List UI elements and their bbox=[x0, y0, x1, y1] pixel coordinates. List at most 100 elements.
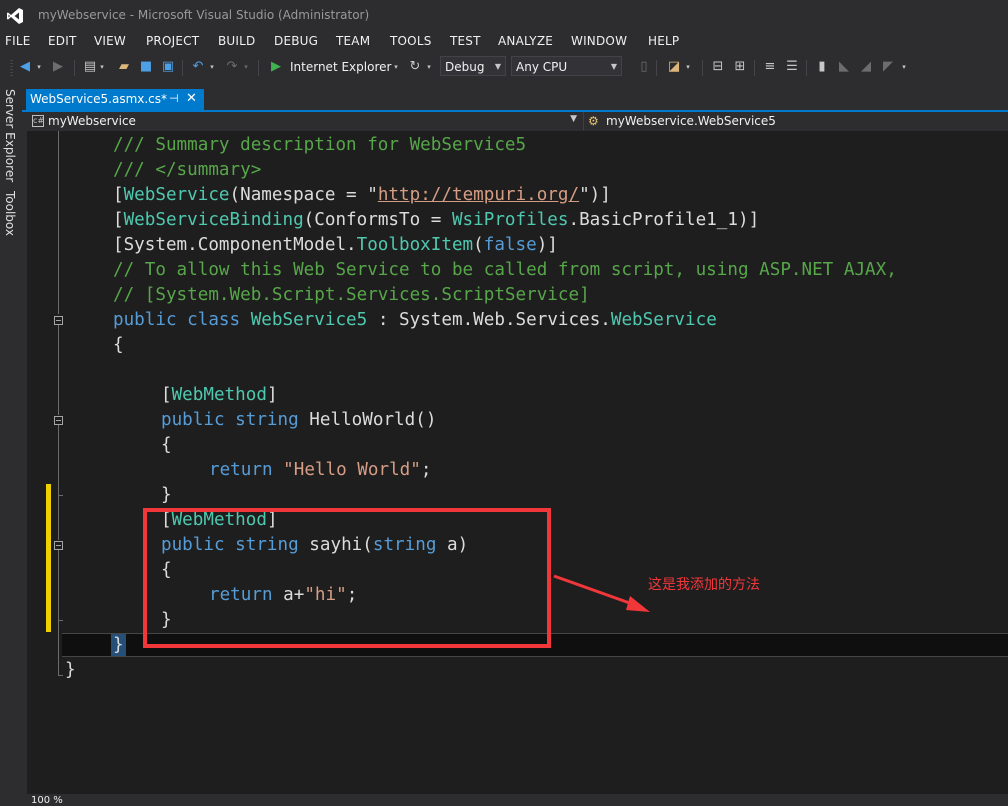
chevron-down-icon: ▼ bbox=[610, 62, 617, 71]
code-line-3: [WebService(Namespace = "http://tempuri.… bbox=[113, 185, 611, 205]
menu-project[interactable]: PROJECT bbox=[146, 34, 199, 48]
menu-analyze[interactable]: ANALYZE bbox=[498, 34, 553, 48]
new-dropdown-icon[interactable]: ▾ bbox=[98, 59, 106, 75]
outline-guide bbox=[58, 424, 59, 540]
menu-debug[interactable]: DEBUG bbox=[274, 34, 318, 48]
outline-guide bbox=[58, 131, 59, 314]
outline-guide bbox=[58, 620, 63, 621]
menu-view[interactable]: VIEW bbox=[94, 34, 126, 48]
solution-configuration-select[interactable]: Debug ▼ bbox=[440, 56, 506, 76]
toolbar-separator bbox=[702, 60, 703, 76]
solution-platform-select[interactable]: Any CPU ▼ bbox=[511, 56, 622, 76]
toolbar-separator bbox=[806, 60, 807, 76]
next-bookmark-icon[interactable]: ◢ bbox=[858, 59, 874, 75]
start-browser-label[interactable]: Internet Explorer bbox=[290, 60, 391, 74]
zoom-level-select[interactable]: 100 % bbox=[31, 795, 63, 806]
outline-guide bbox=[58, 495, 63, 496]
code-line-21: } bbox=[113, 635, 124, 655]
code-line-1: /// Summary description for WebService5 bbox=[113, 135, 527, 155]
visual-studio-logo-icon bbox=[7, 8, 23, 24]
save-all-icon[interactable]: ▣ bbox=[160, 59, 176, 75]
annotation-arrow-icon bbox=[553, 574, 650, 612]
document-tab-label: WebService5.asmx.cs* bbox=[30, 92, 168, 106]
standard-toolbar: ◀ ▾ ▶ ▤ ▾ ▰ ■ ▣ ↶ ▾ ↷ ▾ ▶ Internet Explo… bbox=[0, 53, 1008, 83]
class-view-icon[interactable]: ⊞ bbox=[732, 59, 748, 75]
chevron-down-icon: ▼ bbox=[570, 114, 577, 124]
project-name: myWebservice bbox=[48, 114, 136, 128]
toolbar-grip[interactable] bbox=[10, 60, 13, 76]
menu-build[interactable]: BUILD bbox=[218, 34, 255, 48]
outline-guide bbox=[58, 549, 59, 675]
code-line-15: } bbox=[161, 485, 172, 505]
open-file-icon[interactable]: ▰ bbox=[116, 59, 132, 75]
type-dropdown[interactable]: myWebservice.WebService5 bbox=[606, 114, 776, 128]
navigate-forward-icon[interactable]: ▶ bbox=[50, 59, 66, 75]
annotation-note: 这是我添加的方法 bbox=[648, 577, 760, 593]
collapse-region-icon[interactable] bbox=[54, 416, 63, 425]
chevron-down-icon: ▼ bbox=[494, 62, 501, 71]
redo-icon[interactable]: ↷ bbox=[224, 59, 240, 75]
toolbar-separator bbox=[656, 60, 657, 76]
code-line-9: { bbox=[113, 335, 124, 355]
start-debugging-icon[interactable]: ▶ bbox=[268, 59, 284, 75]
toolbar-separator bbox=[258, 60, 259, 76]
window-title: myWebservice - Microsoft Visual Studio (… bbox=[38, 8, 370, 22]
pin-icon[interactable]: ⊣ bbox=[169, 92, 179, 105]
browser-dropdown-icon[interactable]: ▾ bbox=[392, 59, 400, 75]
refresh-dropdown-icon[interactable]: ▾ bbox=[425, 59, 433, 75]
menu-team[interactable]: TEAM bbox=[336, 34, 370, 48]
redo-dropdown-icon[interactable]: ▾ bbox=[242, 59, 250, 75]
code-line-22: } bbox=[65, 660, 76, 680]
solution-explorer-icon[interactable]: ⊟ bbox=[710, 59, 726, 75]
code-line-14: return "Hello World"; bbox=[209, 460, 432, 480]
code-line-2: /// </summary> bbox=[113, 160, 262, 180]
collapse-region-icon[interactable] bbox=[54, 316, 63, 325]
find-in-files-icon[interactable]: ◪ bbox=[666, 59, 682, 75]
save-icon[interactable]: ■ bbox=[138, 59, 154, 75]
navigate-back-icon[interactable]: ◀ bbox=[17, 59, 33, 75]
uncomment-lines-icon[interactable]: ☰ bbox=[784, 59, 800, 75]
back-dropdown-icon[interactable]: ▾ bbox=[35, 59, 43, 75]
code-line-6: // To allow this Web Service to be calle… bbox=[113, 260, 897, 280]
new-project-icon[interactable]: ▤ bbox=[82, 59, 98, 75]
toolbar-separator bbox=[182, 60, 183, 76]
csharp-project-icon: c# bbox=[32, 115, 45, 127]
solution-configuration-value: Debug bbox=[445, 60, 485, 74]
toolbar-separator bbox=[74, 60, 75, 76]
code-line-13: { bbox=[161, 435, 172, 455]
code-line-5: [System.ComponentModel.ToolboxItem(false… bbox=[113, 235, 558, 255]
menu-file[interactable]: FILE bbox=[5, 34, 31, 48]
code-line-4: [WebServiceBinding(ConformsTo = WsiProfi… bbox=[113, 210, 760, 230]
code-line-7: // [System.Web.Script.Services.ScriptSer… bbox=[113, 285, 590, 305]
side-tool-strip: Server Explorer Toolbox bbox=[0, 83, 22, 806]
collapse-region-icon[interactable] bbox=[54, 541, 63, 550]
document-tab-webservice5[interactable]: WebService5.asmx.cs* ⊣ ✕ bbox=[26, 89, 204, 110]
refresh-icon[interactable]: ↻ bbox=[407, 59, 423, 75]
clear-bookmarks-icon[interactable]: ◤ bbox=[880, 59, 896, 75]
bookmark-icon[interactable]: ▮ bbox=[814, 59, 830, 75]
close-icon[interactable]: ✕ bbox=[186, 91, 197, 106]
unsaved-change-marker bbox=[46, 484, 51, 632]
menu-bar: FILE EDIT VIEW PROJECT BUILD DEBUG TEAM … bbox=[0, 32, 1008, 52]
editor-zoom-bar bbox=[27, 794, 1008, 806]
comment-lines-icon[interactable]: ≡ bbox=[762, 59, 778, 75]
menu-edit[interactable]: EDIT bbox=[48, 34, 77, 48]
menu-help[interactable]: HELP bbox=[648, 34, 679, 48]
outline-guide bbox=[58, 675, 63, 676]
menu-test[interactable]: TEST bbox=[450, 34, 481, 48]
undo-icon[interactable]: ↶ bbox=[190, 59, 206, 75]
toolbox-tab[interactable]: Toolbox bbox=[3, 191, 17, 236]
toolbar-options-icon[interactable]: ▾ bbox=[900, 59, 908, 75]
outline-guide bbox=[58, 324, 59, 415]
annotation-highlight-box bbox=[143, 508, 551, 648]
code-line-12: public string HelloWorld() bbox=[161, 410, 437, 430]
project-dropdown[interactable]: c# myWebservice ▼ bbox=[30, 112, 584, 130]
solution-platform-value: Any CPU bbox=[516, 60, 568, 74]
server-explorer-tab[interactable]: Server Explorer bbox=[3, 89, 17, 182]
find-dropdown-icon[interactable]: ▾ bbox=[684, 59, 692, 75]
menu-window[interactable]: WINDOW bbox=[571, 34, 627, 48]
menu-tools[interactable]: TOOLS bbox=[390, 34, 432, 48]
attach-icon[interactable]: ▯ bbox=[636, 59, 652, 75]
previous-bookmark-icon[interactable]: ◣ bbox=[836, 59, 852, 75]
undo-dropdown-icon[interactable]: ▾ bbox=[208, 59, 216, 75]
